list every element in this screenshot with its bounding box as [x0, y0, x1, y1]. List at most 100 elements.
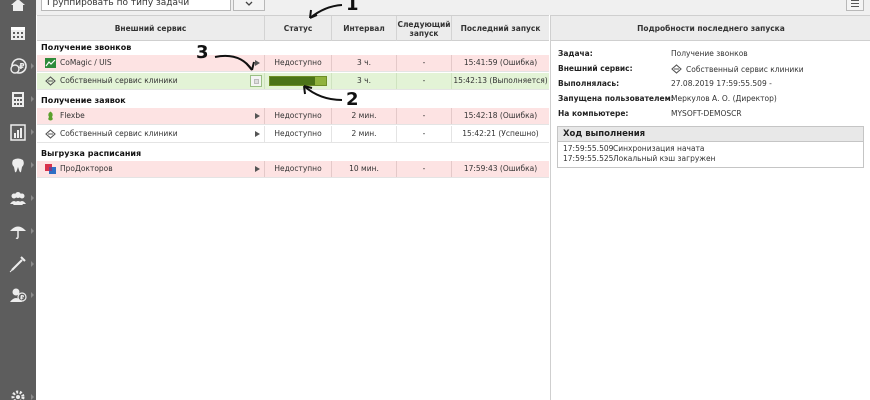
svg-text:₽: ₽	[20, 295, 24, 302]
table-header: Внешний сервис Статус Интервал Следующий…	[37, 15, 549, 41]
details-value-service: Собственный сервис клиники	[671, 64, 804, 74]
chevron-down-icon	[245, 1, 253, 6]
calendar-icon[interactable]	[0, 18, 36, 48]
status-cell: Недоступно	[265, 126, 332, 142]
details-label-task: Задача:	[558, 49, 593, 58]
annotation-label-3: 3	[196, 42, 209, 63]
table-row-prodoctorov[interactable]: ПроДокторов Недоступно 10 мин. - 17:59:4…	[37, 161, 549, 178]
log-line: 17:59:55.509Синхронизация начата	[558, 144, 863, 154]
run-play-icon[interactable]	[255, 113, 260, 119]
report-chart-icon[interactable]	[0, 117, 36, 147]
last-run-cell: 15:41:59 (Ошибка)	[463, 58, 538, 67]
next-run-cell: -	[397, 73, 452, 89]
run-play-icon[interactable]	[255, 60, 260, 66]
home-icon[interactable]	[0, 0, 36, 20]
status-cell: Недоступно	[265, 108, 332, 124]
table-row-comagic[interactable]: CoMagic / UIS Недоступно 3 ч. - 15:41:59…	[37, 55, 549, 72]
stop-square-icon	[253, 78, 259, 84]
next-run-cell: -	[397, 108, 452, 124]
last-run-cell: 15:42:21 (Успешно)	[462, 129, 539, 138]
progress-bar-fill	[270, 77, 315, 85]
service-name: Собственный сервис клиники	[60, 129, 178, 138]
group-header-calls: Получение звонков	[41, 43, 132, 52]
next-run-cell: -	[397, 161, 452, 177]
users-icon[interactable]	[0, 183, 36, 213]
flexbe-icon	[48, 111, 53, 121]
column-header-next-run[interactable]: Следующий запуск	[397, 16, 452, 41]
column-header-interval[interactable]: Интервал	[332, 16, 397, 41]
interval-cell: 2 мин.	[332, 108, 397, 124]
table-row-own-service-calls[interactable]: Собственный сервис клиники 3 ч. - 15:42:…	[37, 73, 549, 90]
column-header-last-run[interactable]: Последний запуск	[452, 16, 549, 41]
syringe-icon[interactable]	[0, 249, 36, 279]
last-run-cell: 15:42:13 (Выполняется)	[453, 76, 548, 85]
table-row-flexbe[interactable]: Flexbe Недоступно 2 мин. - 15:42:18 (Оши…	[37, 108, 549, 125]
last-run-cell: 15:42:18 (Ошибка)	[463, 111, 538, 120]
run-play-icon[interactable]	[255, 166, 260, 172]
details-value-started-by: Меркулов А. О. (Директор)	[671, 94, 777, 103]
annotation-label-1: 1	[346, 0, 359, 15]
services-table: Внешний сервис Статус Интервал Следующий…	[37, 15, 549, 400]
interval-cell: 3 ч.	[332, 55, 397, 71]
execution-progress-title: Ход выполнения	[558, 127, 863, 142]
details-value-task: Получение звонков	[671, 49, 748, 58]
details-value-computer: MYSOFT-DEMOSCR	[671, 109, 742, 118]
service-name: CoMagic / UIS	[60, 58, 112, 67]
service-cell: Flexbe	[37, 108, 265, 124]
left-sidebar: ₽ ₽	[0, 0, 36, 400]
next-run-cell: -	[397, 55, 452, 71]
service-cell: Собственный сервис клиники	[37, 73, 265, 89]
settings-gear-icon[interactable]	[0, 382, 36, 400]
top-toolbar: Группировать по типу задачи	[36, 0, 870, 15]
details-panel-title: Подробности последнего запуска	[551, 15, 870, 41]
execution-progress-box: Ход выполнения 17:59:55.509Синхронизация…	[557, 126, 864, 168]
comagic-icon	[45, 58, 56, 68]
group-header-requests: Получение заявок	[41, 96, 126, 105]
table-row-own-service-requests[interactable]: Собственный сервис клиники Недоступно 2 …	[37, 126, 549, 143]
column-header-status[interactable]: Статус	[265, 16, 332, 41]
user-ruble-icon[interactable]: ₽	[0, 280, 36, 310]
umbrella-icon[interactable]	[0, 216, 36, 246]
details-label-service: Внешний сервис:	[558, 64, 633, 73]
group-header-schedule-export: Выгрузка расписания	[41, 149, 142, 158]
details-label-executed: Выполнялась:	[558, 79, 620, 88]
interval-cell: 3 ч.	[332, 73, 397, 89]
tooth-icon[interactable]	[0, 150, 36, 180]
diamond-arrows-icon	[671, 64, 682, 74]
hamburger-icon	[851, 0, 859, 1]
svg-text:₽: ₽	[19, 62, 25, 71]
log-time: 17:59:55.525	[563, 154, 614, 163]
menu-button[interactable]	[846, 0, 864, 11]
service-cell: Собственный сервис клиники	[37, 126, 265, 142]
details-value-executed: 27.08.2019 17:59:55.509 -	[671, 79, 772, 88]
run-play-icon[interactable]	[255, 131, 260, 137]
log-line: 17:59:55.525Локальный кэш загружен	[558, 154, 863, 164]
service-name: Flexbe	[60, 111, 85, 120]
service-cell: ПроДокторов	[37, 161, 265, 177]
group-by-dropdown-button[interactable]	[233, 0, 265, 11]
last-run-cell: 17:59:43 (Ошибка)	[463, 164, 538, 173]
log-text: Локальный кэш загружен	[613, 154, 716, 163]
annotation-label-2: 2	[346, 89, 359, 110]
status-cell: Недоступно	[265, 161, 332, 177]
group-by-select[interactable]: Группировать по типу задачи	[41, 0, 231, 11]
status-cell: Недоступно	[265, 55, 332, 71]
details-label-computer: На компьютере:	[558, 109, 629, 118]
status-cell	[265, 73, 332, 89]
ruble-coin-icon[interactable]: ₽	[0, 51, 36, 81]
column-header-service[interactable]: Внешний сервис	[37, 16, 265, 41]
log-text: Синхронизация начата	[613, 144, 705, 153]
service-cell: CoMagic / UIS	[37, 55, 265, 71]
progress-bar	[269, 76, 327, 86]
diamond-arrows-icon	[45, 76, 56, 86]
interval-cell: 2 мин.	[332, 126, 397, 142]
diamond-arrows-icon	[45, 129, 56, 139]
details-service-name: Собственный сервис клиники	[686, 64, 804, 74]
calculator-icon[interactable]	[0, 84, 36, 114]
next-run-cell: -	[397, 126, 452, 142]
prodoctorov-icon	[45, 164, 56, 174]
log-time: 17:59:55.509	[563, 144, 614, 153]
stop-button[interactable]	[250, 75, 262, 87]
service-name: ПроДокторов	[60, 164, 113, 173]
details-panel: Подробности последнего запуска Задача: П…	[550, 15, 870, 400]
